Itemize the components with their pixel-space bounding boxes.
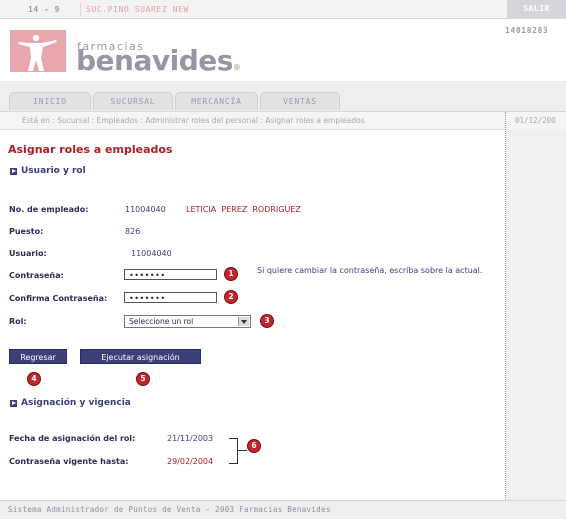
- exit-button[interactable]: SALIR: [507, 0, 566, 18]
- role-label: Rol:: [9, 317, 27, 326]
- tab-sucursal[interactable]: SUCURSAL: [93, 92, 173, 110]
- logo-figure-icon: [10, 30, 66, 72]
- position-label: Puesto:: [9, 227, 44, 236]
- section-arrow-icon: [10, 400, 17, 407]
- callout-badge-4: 4: [28, 373, 40, 385]
- section-arrow-icon: [10, 168, 17, 175]
- store-id: 14 - 9: [8, 3, 81, 16]
- back-button[interactable]: Regresar: [9, 349, 67, 364]
- section-title-user: Usuario y rol: [21, 166, 86, 176]
- employee-name-value: LETICIA PEREZ RODRIGUEZ: [186, 205, 301, 214]
- footer-text: Sistema Administrador de Puntos de Venta…: [8, 505, 331, 514]
- password-valid-label: Contraseña vigente hasta:: [9, 457, 129, 466]
- callout-badge-2: 2: [225, 291, 237, 303]
- employee-number-label: No. de empleado:: [9, 205, 89, 214]
- section-title-validity: Asignación y vigencia: [21, 398, 131, 408]
- breadcrumb: Está en : Sucursal : Empleados : Adminis…: [22, 116, 365, 125]
- right-panel: [506, 129, 566, 518]
- terminal-id: 14018283: [505, 26, 549, 35]
- bracket-connector: [237, 450, 247, 451]
- assignment-date-label: Fecha de asignación del rol:: [9, 434, 136, 443]
- execute-assignment-button[interactable]: Ejecutar asignación: [80, 349, 201, 364]
- logo-main-text: benavides®: [76, 44, 241, 77]
- bracket-line: [229, 438, 238, 464]
- vertical-divider: [505, 112, 507, 518]
- chevron-down-icon[interactable]: [238, 317, 249, 326]
- current-date: 01/12/200: [515, 116, 556, 125]
- store-name: SUC.PINO SUAREZ NEW: [86, 5, 189, 14]
- tab-mercancia[interactable]: MERCANCÍA: [175, 92, 258, 110]
- callout-badge-5: 5: [137, 373, 149, 385]
- logo-main-word: benavides: [76, 44, 233, 77]
- logo-registered-mark: ®: [232, 63, 241, 72]
- employee-number-value: 11004040: [125, 205, 166, 214]
- password-valid-value: 29/02/2004: [167, 457, 214, 466]
- logo-icon: [10, 30, 66, 72]
- password-label: Contraseña:: [9, 271, 64, 280]
- user-label: Usuario:: [9, 249, 47, 258]
- confirm-password-input[interactable]: •••••••: [124, 292, 217, 303]
- tab-ventas[interactable]: VENTAS: [260, 92, 340, 110]
- confirm-password-label: Confirma Contraseña:: [9, 294, 108, 303]
- top-bar: [0, 0, 566, 19]
- page-title: Asignar roles a empleados: [8, 143, 173, 156]
- user-value: 11004040: [131, 249, 172, 258]
- password-input[interactable]: •••••••: [124, 269, 217, 280]
- role-select-value: Seleccione un rol: [129, 317, 194, 326]
- tab-inicio[interactable]: INICIO: [9, 92, 91, 110]
- callout-badge-1: 1: [225, 268, 237, 280]
- password-hint: Si quiere cambiar la contraseña, escriba…: [257, 266, 483, 275]
- role-select[interactable]: Seleccione un rol: [124, 315, 251, 328]
- callout-badge-6: 6: [248, 440, 260, 452]
- assignment-date-value: 21/11/2003: [167, 434, 214, 443]
- callout-badge-3: 3: [261, 315, 273, 327]
- position-value: 826: [125, 227, 141, 236]
